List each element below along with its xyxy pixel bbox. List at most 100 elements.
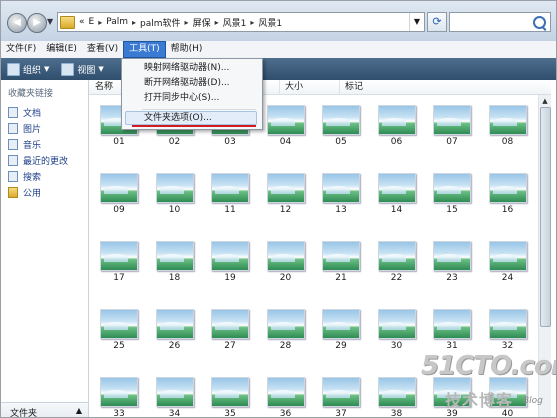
file-name: 23 [446,273,458,283]
column-size[interactable]: 大小 [285,81,303,93]
red-underline-annotation [132,125,256,127]
menu-edit[interactable]: 编辑(E) [41,41,82,58]
file-item[interactable]: 07 [427,95,477,155]
file-item[interactable]: 29 [316,299,366,359]
breadcrumb-separator-icon[interactable]: ▸ [98,18,102,27]
file-item[interactable]: 09 [94,163,144,223]
file-item[interactable]: 31 [427,299,477,359]
file-item[interactable]: 30 [372,299,422,359]
file-item[interactable]: 32 [483,299,533,359]
file-name: 27 [224,341,236,351]
organize-button[interactable]: 组织 ▼ [1,62,55,76]
favorite-searches[interactable]: 搜索 [8,168,68,184]
favorite-music[interactable]: 音乐 [8,136,68,152]
scrollbar-thumb[interactable] [540,107,551,327]
file-item[interactable]: 16 [483,163,533,223]
breadcrumb-separator-icon[interactable]: ▸ [185,18,189,27]
file-item[interactable]: 13 [316,163,366,223]
file-item[interactable]: 28 [261,299,311,359]
breadcrumb-palm[interactable]: Palm [106,17,128,27]
breadcrumb-scenery-current[interactable]: 风景1 [258,16,282,29]
history-dropdown-icon[interactable]: ▼ [47,17,53,26]
menu-open-sync-center[interactable]: 打开同步中心(S)... [144,91,219,105]
file-item[interactable]: 11 [205,163,255,223]
search-box[interactable] [449,12,551,32]
folders-toggle[interactable]: 文件夹 ▲ [1,402,88,417]
file-name: 04 [279,137,292,147]
breadcrumb-separator-icon[interactable]: ▸ [215,18,219,27]
file-item[interactable]: 06 [372,95,422,155]
menu-folder-options[interactable]: 文件夹选项(O)... [144,111,212,125]
image-thumbnail [488,173,527,203]
menu-help[interactable]: 帮助(H) [166,41,208,58]
breadcrumb-scenery[interactable]: 风景1 [223,16,247,29]
file-item[interactable]: 20 [261,231,311,291]
file-item[interactable]: 26 [150,299,200,359]
file-item[interactable]: 24 [483,231,533,291]
file-item[interactable]: 12 [261,163,311,223]
file-item[interactable]: 25 [94,299,144,359]
menu-disconnect-network-drive[interactable]: 断开网络驱动器(D)... [144,76,230,90]
file-item[interactable]: 19 [205,231,255,291]
favorite-recent-changes[interactable]: 最近的更改 [8,152,68,168]
file-item[interactable]: 17 [94,231,144,291]
recent-icon [8,154,18,166]
column-name[interactable]: 名称 [95,81,113,93]
file-item[interactable]: 33 [94,367,144,417]
menu-separator [142,109,256,110]
column-tags[interactable]: 标记 [345,81,363,93]
menu-file[interactable]: 文件(F) [1,41,41,58]
breadcrumb-drive[interactable]: E [89,17,95,27]
favorite-pictures[interactable]: 图片 [8,120,68,136]
file-item[interactable]: 34 [150,367,200,417]
file-name: 18 [168,273,181,283]
breadcrumb-screensaver[interactable]: 屏保 [193,16,211,29]
breadcrumb-overflow[interactable]: « [79,17,85,27]
favorite-documents[interactable]: 文档 [8,104,68,120]
file-name: 02 [168,137,181,147]
search-icon[interactable] [533,16,546,29]
address-bar[interactable]: « E ▸ Palm ▸ palm软件 ▸ 屏保 ▸ 风景1 ▸ 风景1 ▼ [57,12,425,32]
column-divider[interactable] [279,80,280,94]
file-item[interactable]: 04 [261,95,311,155]
file-item[interactable]: 05 [316,95,366,155]
refresh-button[interactable]: ⟳ [427,12,447,32]
search-folder-icon [8,170,18,182]
file-item[interactable]: 08 [483,95,533,155]
file-item[interactable]: 22 [372,231,422,291]
scroll-up-icon[interactable]: ▲ [540,95,550,107]
file-item[interactable]: 36 [261,367,311,417]
image-thumbnail [488,241,527,271]
file-item[interactable]: 27 [205,299,255,359]
file-item[interactable]: 37 [316,367,366,417]
search-input[interactable] [450,16,536,28]
file-item[interactable]: 21 [316,231,366,291]
views-button[interactable]: 视图 ▼ [55,62,109,76]
file-item[interactable]: 18 [150,231,200,291]
menu-map-network-drive[interactable]: 映射网络驱动器(N)... [144,61,229,75]
column-divider[interactable] [339,80,340,94]
documents-icon [8,106,18,118]
favorites-list: 文档 图片 音乐 最近的更改 搜索 公用 [8,104,68,200]
menu-tools[interactable]: 工具(T) [123,41,166,58]
breadcrumb-separator-icon[interactable]: ▸ [132,18,136,27]
file-name: 19 [224,273,236,283]
favorite-public[interactable]: 公用 [8,184,68,200]
file-item[interactable]: 15 [427,163,477,223]
file-item[interactable]: 14 [372,163,422,223]
breadcrumb-separator-icon[interactable]: ▸ [250,18,254,27]
file-name: 38 [390,409,403,418]
image-thumbnail [266,105,305,135]
image-thumbnail [377,173,416,203]
file-item[interactable]: 38 [372,367,422,418]
favorite-label: 文档 [23,108,42,119]
forward-button[interactable]: ▶ [27,13,47,33]
address-dropdown-icon[interactable]: ▼ [409,13,424,31]
file-item[interactable]: 10 [150,163,200,223]
menu-view[interactable]: 查看(V) [82,41,123,58]
breadcrumb-palm-software[interactable]: palm软件 [140,16,181,29]
file-item[interactable]: 23 [427,231,477,291]
back-button[interactable]: ◀ [7,13,27,33]
favorite-label: 搜索 [23,172,42,183]
file-item[interactable]: 35 [205,367,255,417]
